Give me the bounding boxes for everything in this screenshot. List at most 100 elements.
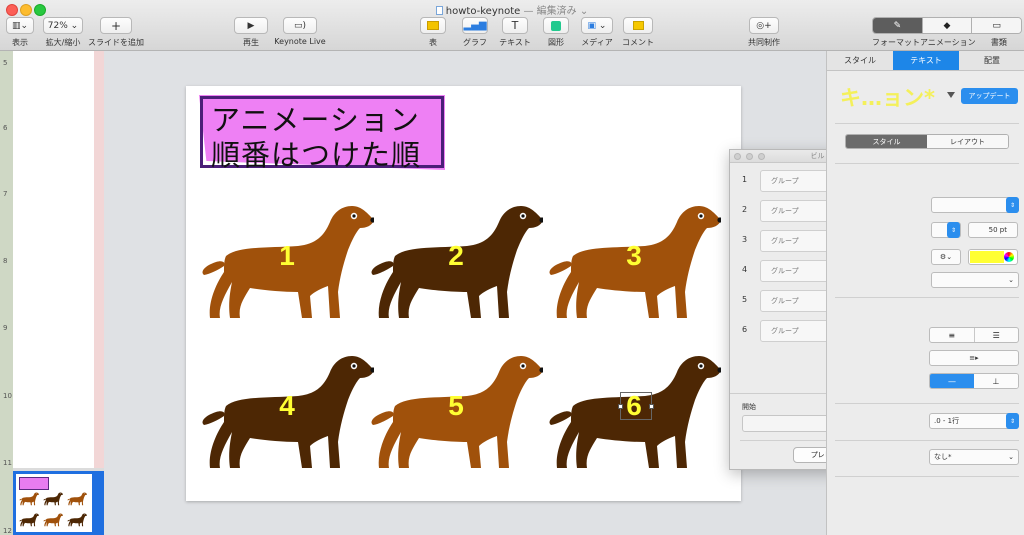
thumbnail-dog	[43, 512, 64, 528]
collaborate-label: 共同制作	[748, 38, 780, 47]
gear-icon: ⚙⌄	[939, 253, 953, 261]
slide-canvas: アニメーション 順番はつけた順 1 2 3 4 5 6	[104, 51, 826, 535]
collaborate-control: ◎+ 共同制作	[748, 17, 780, 48]
chevron-updown-icon[interactable]: ⇕	[1006, 413, 1019, 429]
valign-bottom-button[interactable]: ⊥	[974, 374, 1018, 388]
slide-thumbnail[interactable]	[16, 474, 92, 532]
animate-button[interactable]: ◆	[922, 18, 973, 33]
align-right-button[interactable]: ≡	[930, 328, 975, 342]
color-wheel-icon[interactable]	[1004, 252, 1014, 262]
update-style-button[interactable]: アップデート	[961, 88, 1018, 104]
media-button[interactable]: ▣ ⌄	[581, 17, 613, 34]
shape-button[interactable]	[543, 17, 569, 34]
zoom-icon[interactable]	[758, 153, 765, 160]
dog-number-2: 2	[448, 240, 464, 271]
slide-number: 10	[3, 392, 12, 400]
thumbnail-dog	[67, 512, 88, 528]
text-options-button[interactable]: ⚙⌄	[931, 249, 961, 265]
indent-button[interactable]: ≡▸	[929, 350, 1019, 366]
inspector-tabs: スタイル テキスト 配置	[827, 51, 1024, 71]
build-object-name: グループ	[771, 207, 799, 215]
slide-number: 7	[3, 190, 8, 198]
title-line-2: 順番はつけた順	[211, 138, 422, 172]
bullets-value: なし*	[934, 453, 952, 461]
dog-illustration	[43, 513, 64, 527]
subtab-style[interactable]: スタイル	[846, 135, 927, 148]
dog-group-4[interactable]: 4	[198, 350, 376, 476]
divider	[835, 403, 1019, 404]
comment-label: コメント	[622, 38, 654, 47]
chart-control: ▂▄▆ グラフ	[461, 17, 489, 48]
slide-number: 8	[3, 257, 8, 265]
chevron-updown-icon[interactable]: ⇕	[1006, 197, 1019, 213]
resize-handle[interactable]	[649, 404, 654, 409]
paragraph-style-name[interactable]: キ…ョン*	[840, 82, 935, 112]
plus-icon: +	[110, 18, 122, 33]
view-button[interactable]: ▥⌄	[6, 17, 34, 34]
keynote-live-button[interactable]: ▭)	[283, 17, 317, 34]
zoom-select[interactable]: 72% ⌄	[43, 17, 83, 34]
slide-thumbnail-selected[interactable]	[13, 471, 104, 535]
comment-button[interactable]	[623, 17, 653, 34]
dog-illustration	[19, 513, 40, 527]
dog-group-2[interactable]: 2	[367, 200, 545, 326]
shape-label: 図形	[548, 38, 564, 47]
media-control: ▣ ⌄ メディア	[580, 17, 614, 48]
view-label: 表示	[12, 38, 28, 47]
divider	[835, 123, 1019, 124]
bullets-select[interactable]: なし* ⌄	[929, 449, 1019, 465]
valign-middle-button[interactable]: —	[930, 374, 974, 388]
add-slide-button[interactable]: +	[100, 17, 132, 34]
tab-text[interactable]: テキスト	[893, 51, 959, 70]
document-button[interactable]: ▭	[972, 18, 1021, 33]
thumbnail-title	[19, 477, 49, 490]
dog-group-5[interactable]: 5	[367, 350, 545, 476]
justify-button[interactable]: ☰	[975, 328, 1019, 342]
keynote-live-control: ▭) Keynote Live	[274, 17, 326, 46]
shape-control: 図形	[543, 17, 569, 48]
media-label: メディア	[581, 38, 613, 47]
play-control: ▶ 再生	[234, 17, 268, 48]
slide[interactable]: アニメーション 順番はつけた順 1 2 3 4 5 6	[186, 86, 741, 501]
font-size-value: 50 pt	[988, 226, 1007, 234]
chevron-updown-icon[interactable]: ⇕	[947, 222, 960, 238]
play-icon: ▶	[247, 20, 255, 31]
dog-illustration	[67, 492, 88, 506]
paintbrush-icon: ✎	[893, 20, 902, 31]
document-label: 書類	[990, 38, 1007, 47]
vertical-alignment-buttons: — ⊥	[929, 373, 1019, 389]
style-dropdown-icon[interactable]	[947, 92, 955, 98]
build-object-name: グループ	[771, 327, 799, 335]
dog-illustration	[43, 492, 64, 506]
dog-number-1: 1	[279, 240, 295, 271]
resize-handle[interactable]	[618, 404, 623, 409]
font-size-field[interactable]: 50 pt	[968, 222, 1018, 238]
dog-illustration	[19, 492, 40, 506]
divider	[835, 163, 1019, 164]
play-button[interactable]: ▶	[234, 17, 268, 34]
title-text-box[interactable]: アニメーション 順番はつけた順	[199, 95, 445, 172]
chart-button[interactable]: ▂▄▆	[462, 17, 488, 34]
table-button[interactable]	[420, 17, 446, 34]
text-button[interactable]: T	[502, 17, 528, 34]
collaborate-button[interactable]: ◎+	[749, 17, 779, 34]
subtab-layout[interactable]: レイアウト	[927, 135, 1008, 148]
tab-arrange[interactable]: 配置	[959, 51, 1024, 70]
character-style-select[interactable]: ⌄	[931, 272, 1019, 288]
close-icon[interactable]	[734, 153, 741, 160]
dog-group-3[interactable]: 3	[545, 200, 723, 326]
image-icon: ▣	[587, 20, 597, 31]
format-button[interactable]: ✎	[873, 18, 923, 33]
dog-group-6[interactable]: 6	[545, 350, 723, 476]
tab-style[interactable]: スタイル	[827, 51, 893, 70]
shape-icon	[551, 20, 561, 31]
minimize-icon[interactable]	[746, 153, 753, 160]
slide-number-ruler: 5 6 7 8 9 10 11 12	[0, 51, 13, 535]
text-color-well[interactable]	[968, 249, 1018, 265]
divider	[835, 476, 1019, 477]
format-inspector: スタイル テキスト 配置 キ…ョン* アップデート スタイル レイアウト ⇕ ⇕…	[826, 51, 1024, 535]
inspector-switcher: ✎ ◆ ▭ フォーマット アニメーション 書類	[872, 17, 1022, 48]
selection-box[interactable]	[618, 392, 654, 420]
slide-number: 12	[3, 527, 12, 535]
dog-group-1[interactable]: 1	[198, 200, 376, 326]
